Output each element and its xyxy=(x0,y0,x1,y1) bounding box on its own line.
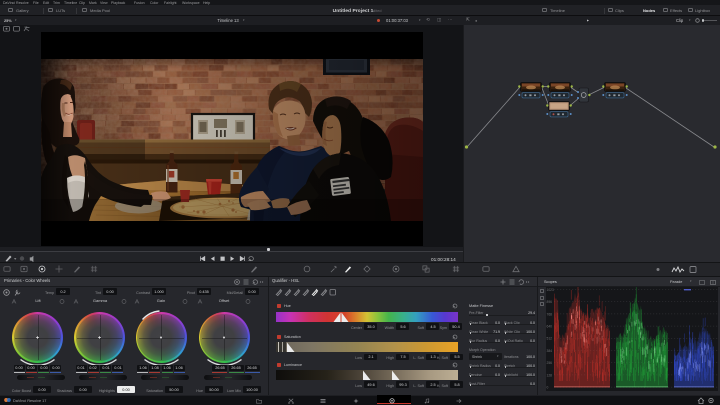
svg-text:0: 0 xyxy=(547,386,549,390)
svg-text:1023: 1023 xyxy=(547,288,555,292)
svg-text:512: 512 xyxy=(547,337,553,341)
svg-text:128: 128 xyxy=(547,373,553,377)
svg-text:256: 256 xyxy=(547,361,553,365)
svg-text:768: 768 xyxy=(547,312,553,316)
svg-text:384: 384 xyxy=(547,349,553,353)
svg-text:640: 640 xyxy=(547,325,553,329)
svg-text:896: 896 xyxy=(547,300,553,304)
